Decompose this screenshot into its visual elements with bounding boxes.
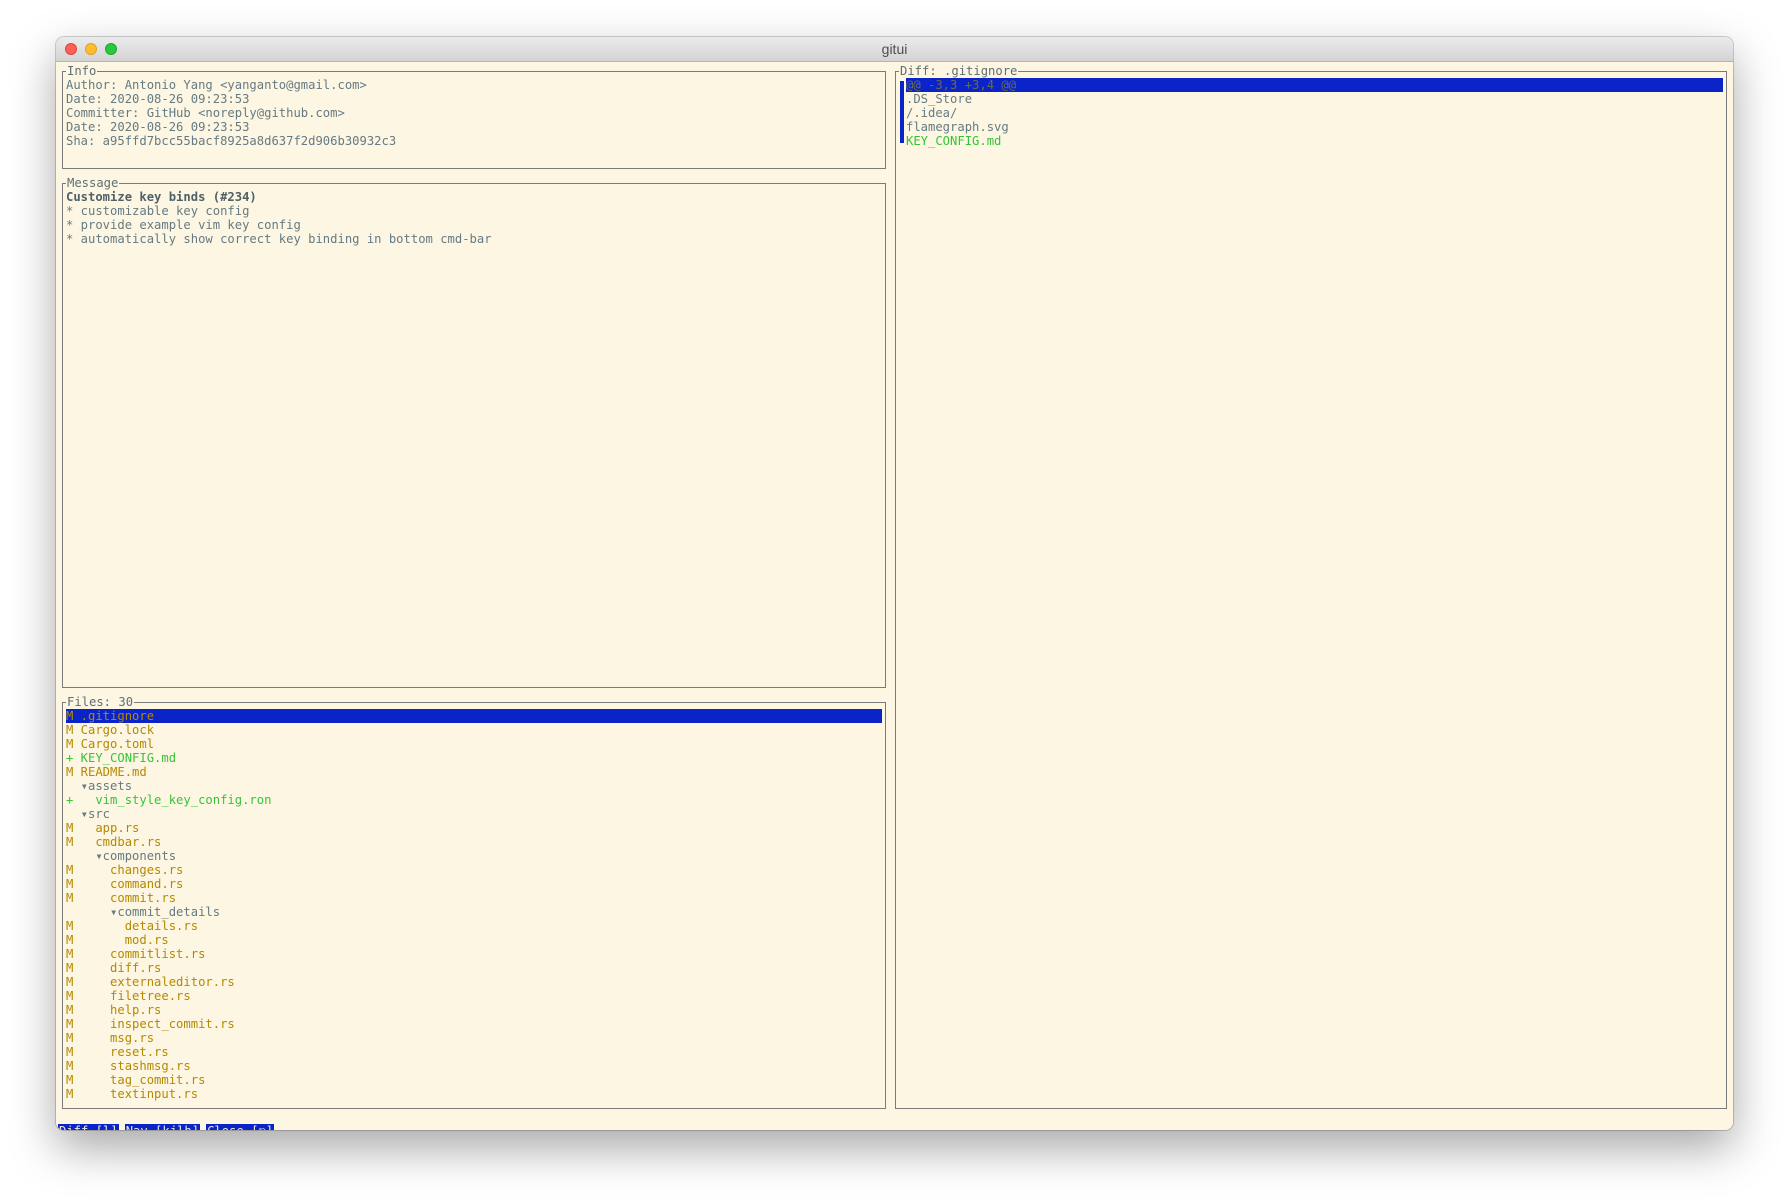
files-panel[interactable]: Files: 30 M .gitignore M Cargo.lock M Carg… <box>62 695 886 1109</box>
diff-body: .DS_Store/.idea/flamegraph.svg KEY_CONFIG… <box>906 92 1723 148</box>
info-panel-title: Info <box>66 64 98 78</box>
message-body-line: * customizable key config <box>66 204 250 218</box>
info-panel: Info Author: Antonio Yang <yanganto@gmai… <box>62 64 886 169</box>
file-item[interactable]: M details.rs <box>66 919 882 933</box>
file-item[interactable]: M app.rs <box>66 821 882 835</box>
cmd-close-button[interactable]: Close [⎋] <box>206 1124 275 1130</box>
cmd-diff-button[interactable]: Diff [l] <box>58 1124 119 1130</box>
info-committer: Committer: GitHub <noreply@github.com> <box>66 106 345 120</box>
file-item[interactable]: M changes.rs <box>66 863 882 877</box>
file-item[interactable]: ▾commit_details <box>66 905 882 919</box>
file-item[interactable]: M mod.rs <box>66 933 882 947</box>
file-item[interactable]: M command.rs <box>66 877 882 891</box>
file-item[interactable]: M inspect_commit.rs <box>66 1017 882 1031</box>
file-item[interactable]: M textinput.rs <box>66 1087 882 1101</box>
file-item[interactable]: M commit.rs <box>66 891 882 905</box>
app-window: gitui Info Author: Antonio Yang <yangant… <box>56 37 1733 1130</box>
file-item[interactable]: M README.md <box>66 765 882 779</box>
info-date: Date: 2020-08-26 09:23:53 <box>66 92 250 106</box>
file-item[interactable]: ▾src <box>66 807 882 821</box>
command-bar: Diff [l] Nav [kjlh] Close [⎋] <box>58 1124 280 1130</box>
window-title: gitui <box>881 41 908 57</box>
file-item[interactable]: + vim_style_key_config.ron <box>66 793 882 807</box>
message-body-line: * provide example vim key config <box>66 218 301 232</box>
message-body-line: * automatically show correct key binding… <box>66 232 492 246</box>
diff-lines: @@ -3,3 +3,4 @@ .DS_Store/.idea/flamegra… <box>906 78 1723 148</box>
diff-line: /.idea/ <box>906 106 958 120</box>
file-item[interactable]: + KEY_CONFIG.md <box>66 751 882 765</box>
hunk-selection-marker <box>900 81 904 143</box>
title-bar[interactable]: gitui <box>56 37 1733 62</box>
file-item[interactable]: M stashmsg.rs <box>66 1059 882 1073</box>
file-item[interactable]: M externaleditor.rs <box>66 975 882 989</box>
terminal-area: Info Author: Antonio Yang <yanganto@gmai… <box>56 62 1733 1130</box>
info-commit-date: Date: 2020-08-26 09:23:53 <box>66 120 250 134</box>
diff-line: .DS_Store <box>906 92 973 106</box>
file-item[interactable]: M Cargo.toml <box>66 737 882 751</box>
file-item[interactable]: M msg.rs <box>66 1031 882 1045</box>
files-panel-title: Files: 30 <box>66 695 135 709</box>
diff-panel-title: Diff: .gitignore <box>899 64 1019 78</box>
cmd-nav-button[interactable]: Nav [kjlh] <box>124 1124 201 1130</box>
message-panel: Message Customize key binds (#234) * cus… <box>62 176 886 688</box>
file-item[interactable]: M filetree.rs <box>66 989 882 1003</box>
diff-hunk-header[interactable]: @@ -3,3 +3,4 @@ <box>906 78 1723 92</box>
message-subject: Customize key binds (#234) <box>66 190 257 204</box>
file-tree[interactable]: M .gitignore M Cargo.lock M Cargo.toml + KE… <box>66 709 882 1101</box>
file-item[interactable]: M diff.rs <box>66 961 882 975</box>
diff-line: KEY_CONFIG.md <box>906 134 1002 148</box>
file-item[interactable]: ▾components <box>66 849 882 863</box>
diff-line: flamegraph.svg <box>906 120 1009 134</box>
diff-panel[interactable]: Diff: .gitignore @@ -3,3 +3,4 @@ .DS_Sto… <box>895 64 1727 1109</box>
file-item[interactable]: M reset.rs <box>66 1045 882 1059</box>
info-sha: Sha: a95ffd7bcc55bacf8925a8d637f2d906b30… <box>66 134 397 148</box>
file-item[interactable]: M tag_commit.rs <box>66 1073 882 1087</box>
file-item[interactable]: M commitlist.rs <box>66 947 882 961</box>
message-lines: Customize key binds (#234) * customizabl… <box>66 190 882 246</box>
file-item[interactable]: M cmdbar.rs <box>66 835 882 849</box>
message-panel-title: Message <box>66 176 120 190</box>
info-lines: Author: Antonio Yang <yanganto@gmail.com… <box>66 78 882 148</box>
file-item[interactable]: M help.rs <box>66 1003 882 1017</box>
file-item[interactable]: ▾assets <box>66 779 882 793</box>
file-item-selected[interactable]: M .gitignore <box>66 709 882 723</box>
file-item[interactable]: M Cargo.lock <box>66 723 882 737</box>
info-author: Author: Antonio Yang <yanganto@gmail.com… <box>66 78 367 92</box>
